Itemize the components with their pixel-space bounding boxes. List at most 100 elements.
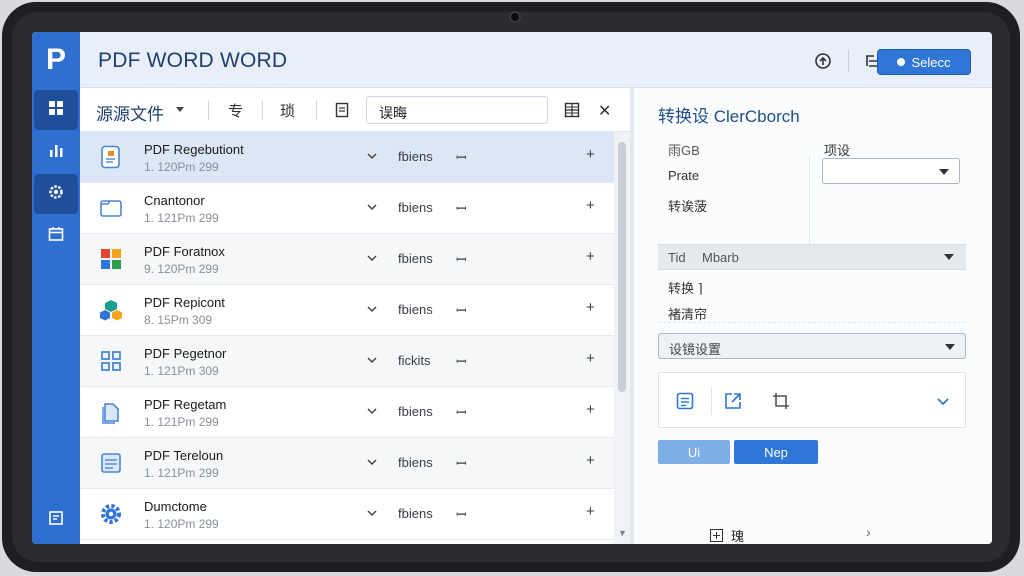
app-title: PDF WORD WORD — [98, 49, 288, 72]
chevron-down-icon[interactable] — [366, 150, 378, 162]
chevron-down-icon[interactable] — [933, 391, 953, 411]
file-name: PDF Regetam — [144, 397, 227, 412]
settings-gray-row[interactable]: Tid Mbarb — [658, 244, 966, 270]
chevron-down-icon — [945, 344, 955, 350]
add-icon[interactable]: + — [586, 197, 595, 214]
list-icon — [47, 509, 65, 532]
scrollbar-thumb[interactable] — [618, 142, 626, 392]
table-row[interactable]: PDF Tereloun 1. 121Pm 299 fbiens ꟷ + — [80, 438, 614, 489]
app-logo: P — [45, 43, 66, 76]
external-link-icon[interactable] — [723, 391, 743, 411]
file-action[interactable]: ꟷ — [456, 148, 467, 166]
list-icon[interactable] — [675, 391, 695, 411]
file-name: PDF Tereloun — [144, 448, 224, 463]
file-status: fbiens — [398, 149, 433, 164]
file-date: 1. 121Pm 309 — [144, 364, 219, 378]
settings-panel: 转换设 ClerCborch 雨GB 项设 Prate 转诶菠 Tid Mbar… — [634, 88, 992, 544]
file-action[interactable]: ꟷ — [456, 505, 467, 523]
grid-view-icon[interactable] — [564, 102, 580, 123]
divider — [658, 322, 966, 323]
add-icon[interactable]: + — [586, 146, 595, 163]
add-icon[interactable]: + — [586, 299, 595, 316]
table-row[interactable]: PDF Pegetnor 1. 121Pm 309 fickits ꟷ + — [80, 336, 614, 387]
settings-title: 转换设 ClerCborch — [658, 107, 800, 126]
select-button[interactable]: Selecc — [877, 49, 971, 75]
settings-item[interactable]: 转换 ⌉ — [668, 278, 703, 297]
toolbar-tool-1[interactable]: 专 — [228, 100, 243, 121]
table-row[interactable]: PDF Repicont 8. 15Pm 309 fbiens ꟷ + — [80, 285, 614, 336]
file-date: 1. 121Pm 299 — [144, 415, 219, 429]
settings-label: 项设 — [824, 143, 851, 158]
add-item-row[interactable]: 瑰 — [710, 526, 744, 544]
chevron-right-icon[interactable]: › — [866, 524, 871, 540]
file-action[interactable]: ꟷ — [456, 454, 467, 472]
select-dot-icon — [897, 58, 906, 66]
file-source-dropdown[interactable]: 源源文件 — [96, 100, 164, 125]
file-status: fbiens — [398, 404, 433, 419]
file-name: PDF Pegetnor — [144, 346, 227, 361]
gear-icon — [98, 501, 124, 527]
settings-item[interactable]: 褚清帘 — [668, 304, 707, 323]
file-name: Cnantonor — [144, 193, 205, 208]
chevron-down-icon[interactable] — [366, 252, 378, 264]
select-button-label: Selecc — [911, 54, 951, 70]
file-panel-toolbar: 源源文件 专 琐 ✕ — [80, 88, 630, 132]
add-icon[interactable]: + — [586, 248, 595, 265]
toolbar-divider — [316, 100, 317, 120]
chevron-down-icon[interactable] — [366, 201, 378, 213]
search-input[interactable] — [366, 96, 548, 124]
settings-item[interactable]: Prate — [668, 168, 699, 183]
settings-item[interactable]: 转诶菠 — [668, 196, 707, 215]
file-action[interactable]: ꟷ — [456, 250, 467, 268]
table-row[interactable]: Cnantonor 1. 121Pm 299 fbiens ꟷ + — [80, 183, 614, 234]
toolbar-tool-2[interactable]: 琐 — [280, 100, 295, 121]
dropdown-value: 设镜设置 — [669, 342, 722, 357]
file-list-scrollbar[interactable]: ▼ — [614, 132, 630, 544]
chevron-down-icon[interactable] — [366, 303, 378, 315]
gray-row-value: Mbarb — [702, 250, 739, 265]
calendar-icon — [47, 225, 65, 248]
chevron-down-icon[interactable] — [366, 507, 378, 519]
add-icon[interactable]: + — [586, 503, 595, 520]
file-name: PDF Foratnox — [144, 244, 225, 259]
file-status: fbiens — [398, 506, 433, 521]
close-icon[interactable]: ✕ — [598, 101, 611, 121]
next-button[interactable]: Nep — [734, 440, 818, 464]
file-action[interactable]: ꟷ — [456, 199, 467, 217]
chevron-down-icon[interactable] — [366, 456, 378, 468]
table-row[interactable]: PDF Regebutiont 1. 120Pm 299 fbiens ꟷ + — [80, 132, 614, 183]
chevron-down-icon[interactable] — [366, 405, 378, 417]
rail-calendar-button[interactable] — [34, 216, 78, 256]
rail-home-button[interactable] — [34, 90, 78, 130]
file-panel: 源源文件 专 琐 ✕ PDF Regebutiont 1. 1 — [80, 88, 630, 544]
settings-dropdown[interactable]: 设镜设置 — [658, 333, 966, 359]
file-status: fbiens — [398, 455, 433, 470]
sync-icon[interactable] — [812, 50, 834, 72]
rail-list-button[interactable] — [34, 500, 78, 540]
file-action[interactable]: ꟷ — [456, 352, 467, 370]
file-date: 8. 15Pm 309 — [144, 313, 213, 327]
option-dropdown[interactable] — [822, 158, 960, 184]
ui-button[interactable]: Ui — [658, 440, 730, 464]
crop-icon[interactable] — [771, 391, 791, 411]
apps-grid-icon — [98, 348, 124, 374]
table-row[interactable]: PDF Regetam 1. 121Pm 299 fbiens ꟷ + — [80, 387, 614, 438]
spreadsheet-icon — [98, 450, 124, 476]
chevron-down-icon[interactable] — [366, 354, 378, 366]
add-icon[interactable]: + — [586, 350, 595, 367]
add-icon[interactable]: + — [586, 401, 595, 418]
table-row[interactable]: PDF Foratnox 9. 120Pm 299 fbiens ꟷ + — [80, 234, 614, 285]
rail-stats-button[interactable] — [34, 132, 78, 172]
file-status: fbiens — [398, 302, 433, 317]
chevron-down-icon[interactable] — [176, 107, 184, 112]
table-row[interactable]: Dumctome 1. 120Pm 299 fbiens ꟷ + — [80, 489, 614, 540]
tool-divider — [711, 387, 712, 415]
document-icon[interactable] — [334, 102, 350, 123]
file-date: 9. 120Pm 299 — [144, 262, 219, 276]
scroll-down-icon[interactable]: ▼ — [618, 528, 627, 538]
file-action[interactable]: ꟷ — [456, 403, 467, 421]
camera-dot — [509, 11, 521, 23]
file-action[interactable]: ꟷ — [456, 301, 467, 319]
rail-settings-button[interactable] — [34, 174, 78, 214]
add-icon[interactable]: + — [586, 452, 595, 469]
